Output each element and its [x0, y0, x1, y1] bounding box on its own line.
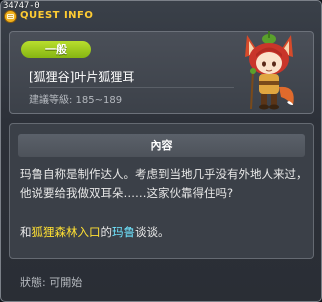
- recommended-level: 建議等級: 185~189: [29, 95, 123, 106]
- hint-middle: 的: [100, 225, 113, 239]
- quest-info-window: 34747-0 QUEST INFO 一般 [狐狸谷]叶片狐狸耳 建議等級: 1…: [0, 0, 322, 302]
- header-divider: [29, 87, 234, 88]
- quest-description: 玛鲁自称是制作达人。考虑到当地几乎没有外地人来过，他说要给我做双耳朵……这家伙靠…: [20, 167, 308, 200]
- content-panel: 內容 玛鲁自称是制作达人。考虑到当地几乎没有外地人来过，他说要给我做双耳朵……这…: [9, 123, 314, 259]
- titlebar[interactable]: 34747-0 QUEST INFO: [1, 1, 321, 25]
- npc-portrait: [245, 31, 294, 110]
- window-title: QUEST INFO: [20, 10, 94, 21]
- hint-npc-link[interactable]: 玛鲁: [112, 225, 135, 239]
- quest-scroll-icon: [4, 10, 17, 23]
- content-section-title: 內容: [18, 134, 305, 157]
- quest-name: [狐狸谷]叶片狐狸耳: [29, 70, 135, 84]
- hint-suffix: 谈谈。: [135, 225, 170, 239]
- category-badge: 一般: [21, 41, 91, 58]
- quest-hint: 和狐狸森林入口的玛鲁谈谈。: [20, 224, 170, 240]
- hint-map-link[interactable]: 狐狸森林入口: [32, 225, 101, 239]
- hint-prefix: 和: [20, 225, 32, 239]
- quest-status: 狀態: 可開始: [20, 276, 83, 289]
